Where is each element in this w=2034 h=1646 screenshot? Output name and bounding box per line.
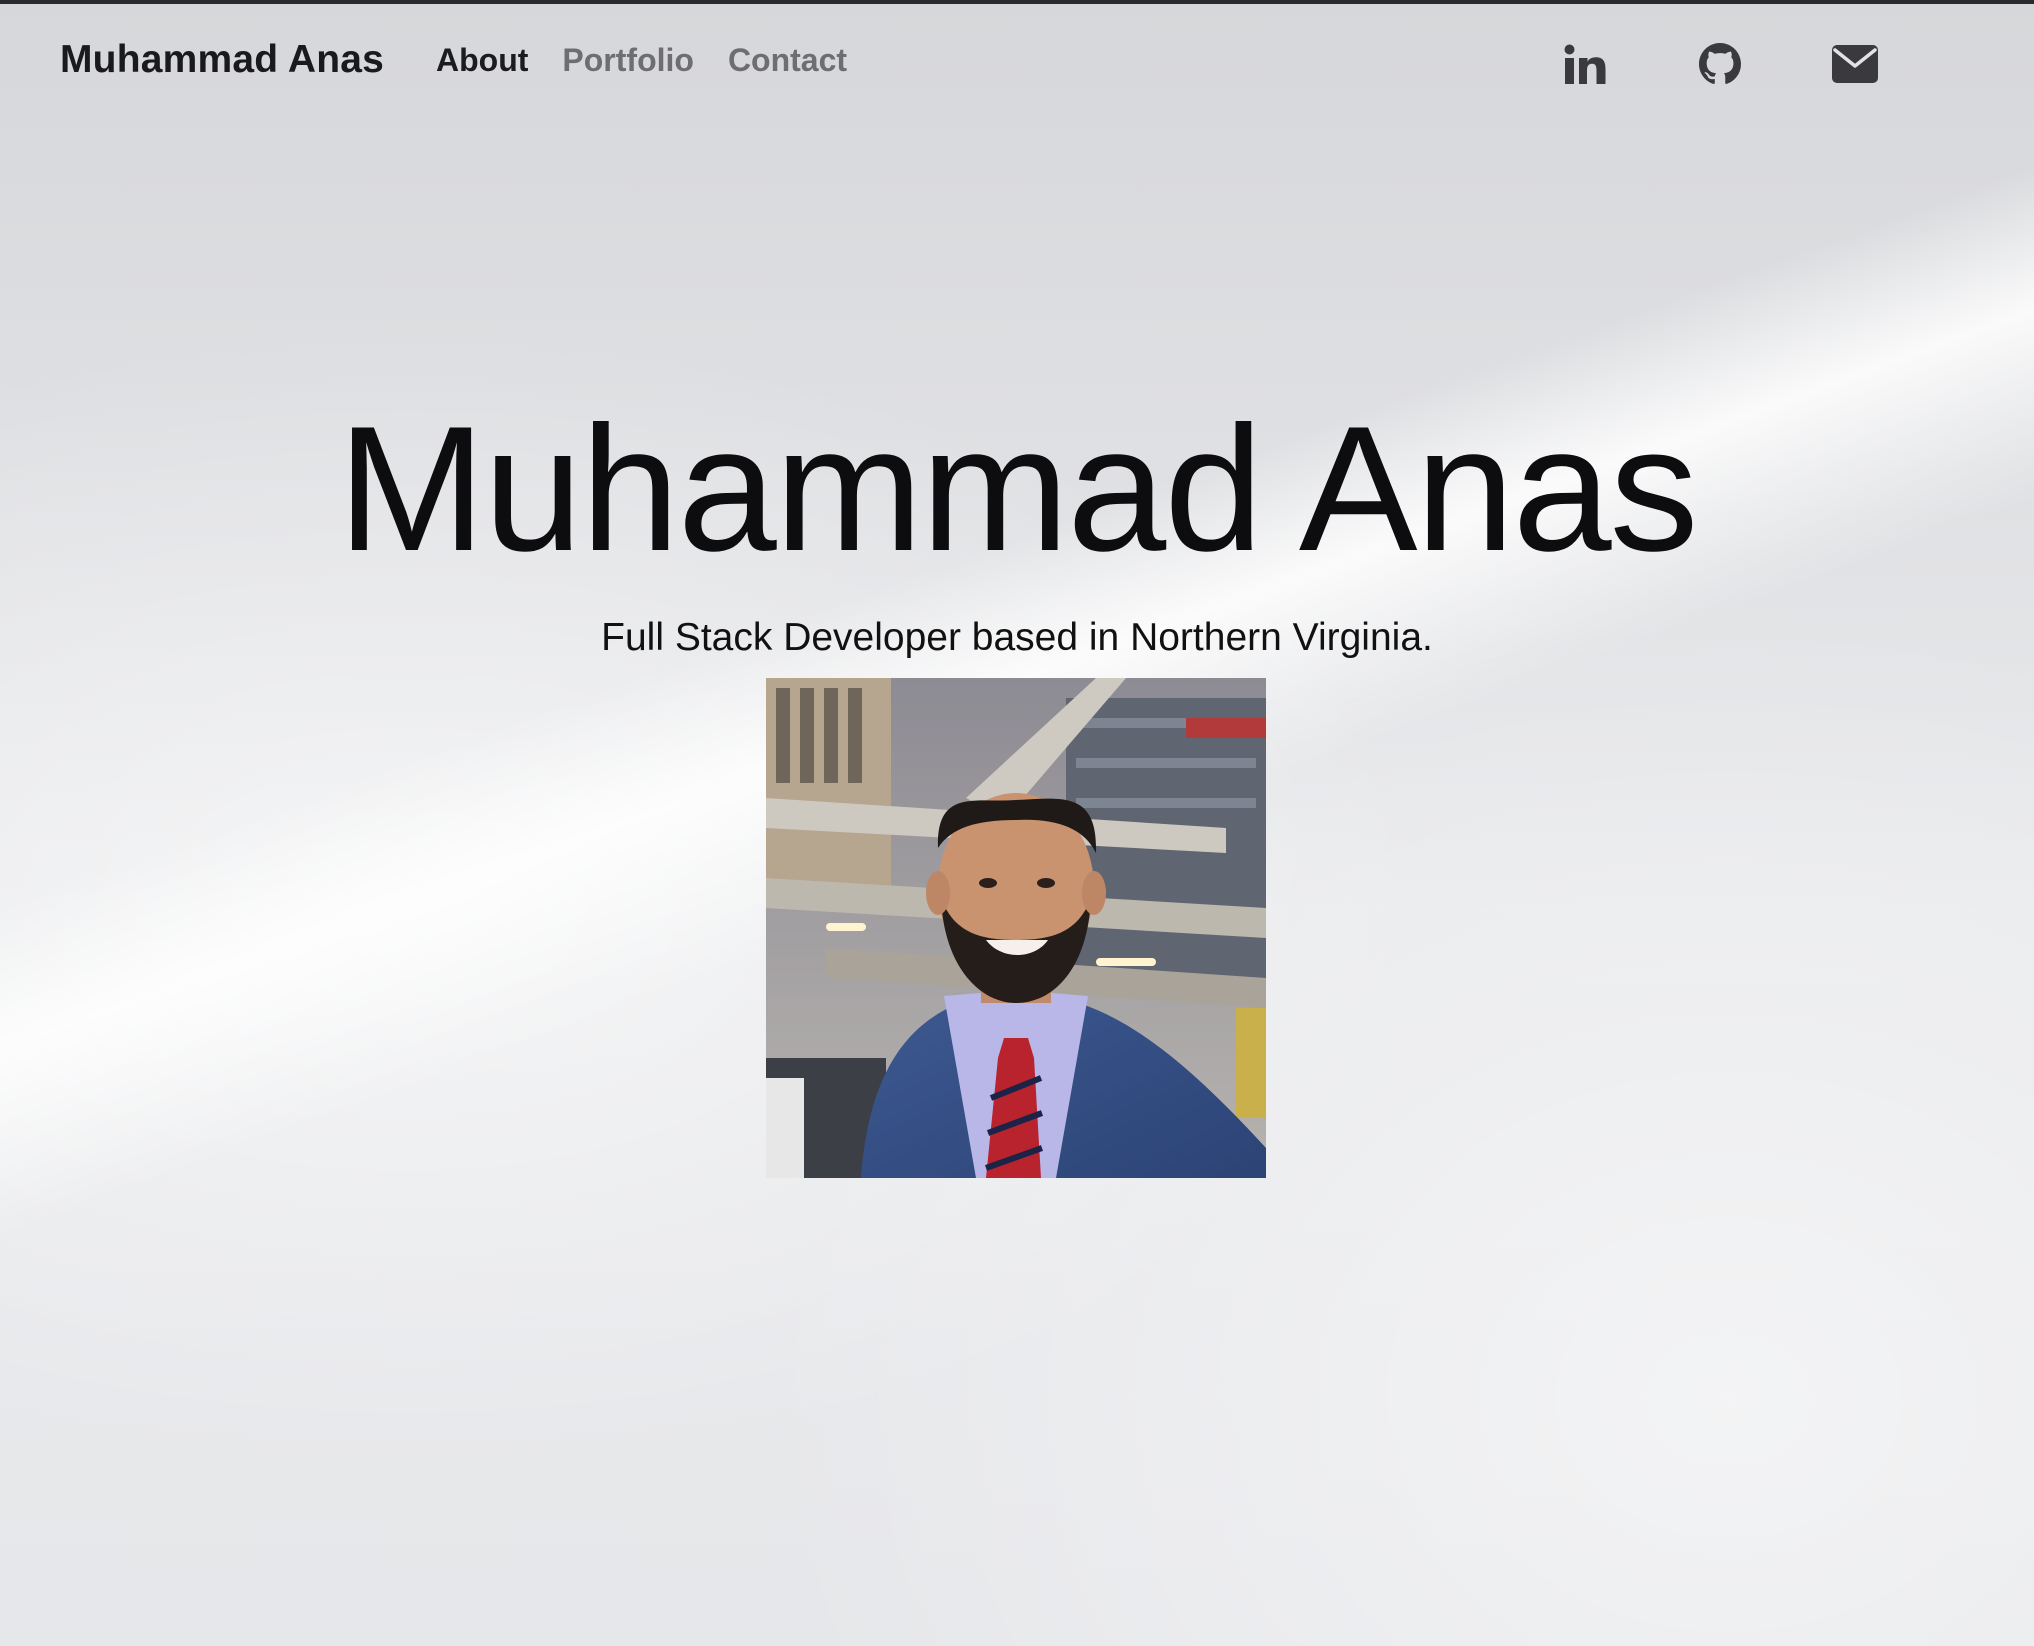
- linkedin-link[interactable]: [1562, 40, 1610, 88]
- profile-photo-image: [766, 678, 1266, 1178]
- nav-link-contact[interactable]: Contact: [728, 42, 847, 79]
- brand-link[interactable]: Muhammad Anas: [60, 38, 384, 82]
- linkedin-icon: [1564, 44, 1606, 84]
- navbar: Muhammad Anas About Portfolio Contact: [0, 4, 2034, 120]
- nav-links: About Portfolio Contact: [436, 42, 847, 79]
- nav-link-portfolio[interactable]: Portfolio: [562, 42, 694, 79]
- hero-subtitle: Full Stack Developer based in Northern V…: [601, 616, 1433, 659]
- github-link[interactable]: [1696, 40, 1744, 88]
- github-icon: [1699, 43, 1741, 84]
- profile-photo: [766, 678, 1266, 1178]
- email-link[interactable]: [1830, 40, 1880, 88]
- nav-link-about[interactable]: About: [436, 42, 528, 79]
- hero-title: Muhammad Anas: [337, 389, 1698, 588]
- email-icon: [1832, 45, 1878, 83]
